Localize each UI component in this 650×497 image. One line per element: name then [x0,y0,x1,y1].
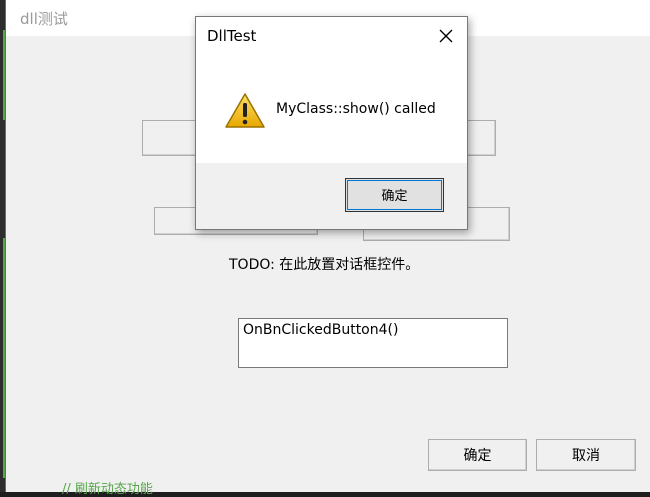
message-box-content: DllTest MyClass::show() called [196,17,467,163]
message-ok-button[interactable]: 确定 [345,178,444,212]
todo-label: TODO: 在此放置对话框控件。 [229,257,420,273]
warning-icon [224,92,266,129]
message-box: DllTest MyClass::show() called 确定 [195,16,468,230]
message-text: MyClass::show() called [276,101,436,117]
output-textbox[interactable]: OnBnClickedButton4() [238,318,508,368]
close-icon[interactable] [434,24,458,48]
message-box-title: DllTest [207,27,257,45]
background-code-line: // 刷新动态功能 [62,482,153,497]
main-window-title: dll测试 [20,10,68,28]
cancel-button[interactable]: 取消 [536,439,636,471]
ok-button[interactable]: 确定 [428,439,527,471]
